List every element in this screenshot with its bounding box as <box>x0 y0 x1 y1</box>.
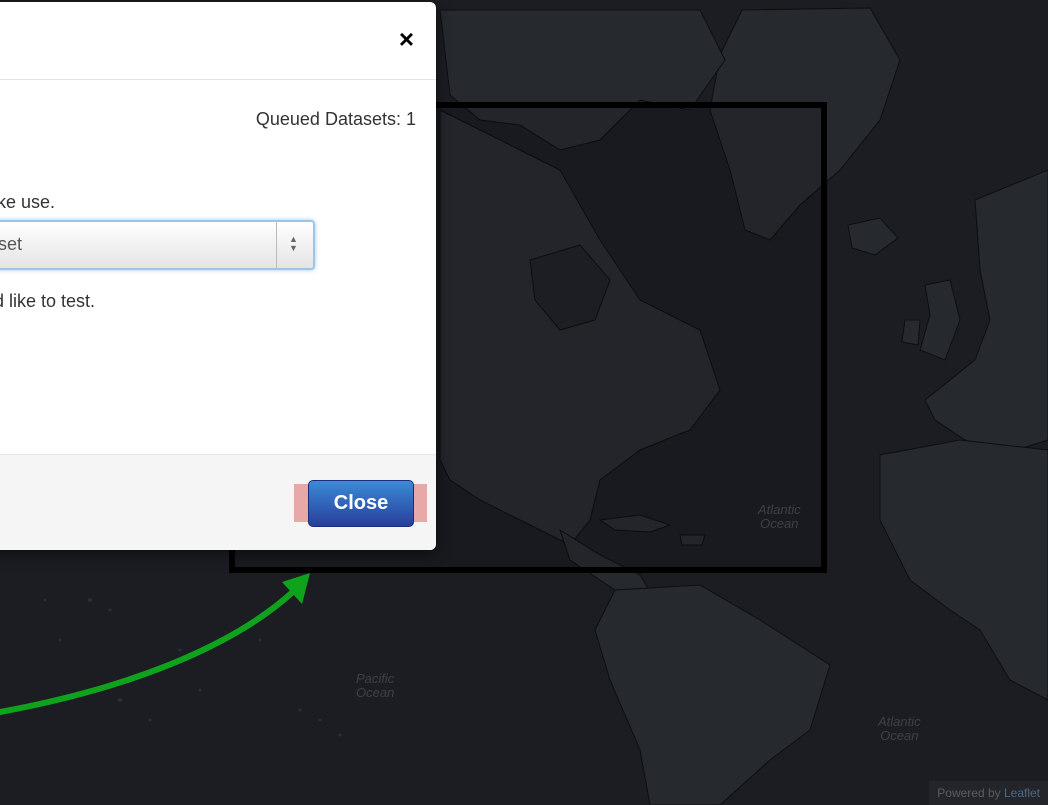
modal-footer: Close <box>0 454 436 550</box>
select-arrow[interactable]: ▲ ▼ <box>276 222 313 268</box>
atlantic-north-label: Atlantic Ocean <box>758 503 801 531</box>
up-down-chevron-icon: ▲ ▼ <box>289 234 298 253</box>
pacific-label-line2: Ocean <box>356 685 395 700</box>
map-attribution: Powered by Leaflet <box>929 781 1048 805</box>
atlantic-north-label-line1: Atlantic <box>758 502 801 517</box>
pacific-label: Pacific Ocean <box>356 672 394 700</box>
close-button[interactable]: Close <box>308 480 414 527</box>
atlantic-south-label-line2: Ocean <box>880 728 919 743</box>
modal-body: Queued Datasets: 1 l like use. aset ▲▼ u… <box>0 80 436 454</box>
dataset-select[interactable]: aset ▲▼ <box>0 220 315 270</box>
atlantic-north-label-line2: Ocean <box>760 516 799 531</box>
modal-header: × <box>0 2 436 80</box>
leaflet-link[interactable]: Leaflet <box>1004 786 1040 800</box>
pacific-label-line1: Pacific <box>356 671 395 686</box>
close-icon[interactable]: × <box>399 26 414 52</box>
test-instruction: uld like to test. <box>0 291 96 311</box>
atlantic-south-label: Atlantic Ocean <box>878 715 921 743</box>
attribution-prefix: Powered by <box>937 786 1004 800</box>
dataset-instruction: l like use. <box>0 192 56 212</box>
dataset-select-value: aset <box>0 234 23 254</box>
queued-datasets-count: Queued Datasets: 1 <box>255 109 416 129</box>
atlantic-south-label-line1: Atlantic <box>878 714 921 729</box>
dataset-modal: × Queued Datasets: 1 l like use. aset ▲▼… <box>0 2 436 550</box>
